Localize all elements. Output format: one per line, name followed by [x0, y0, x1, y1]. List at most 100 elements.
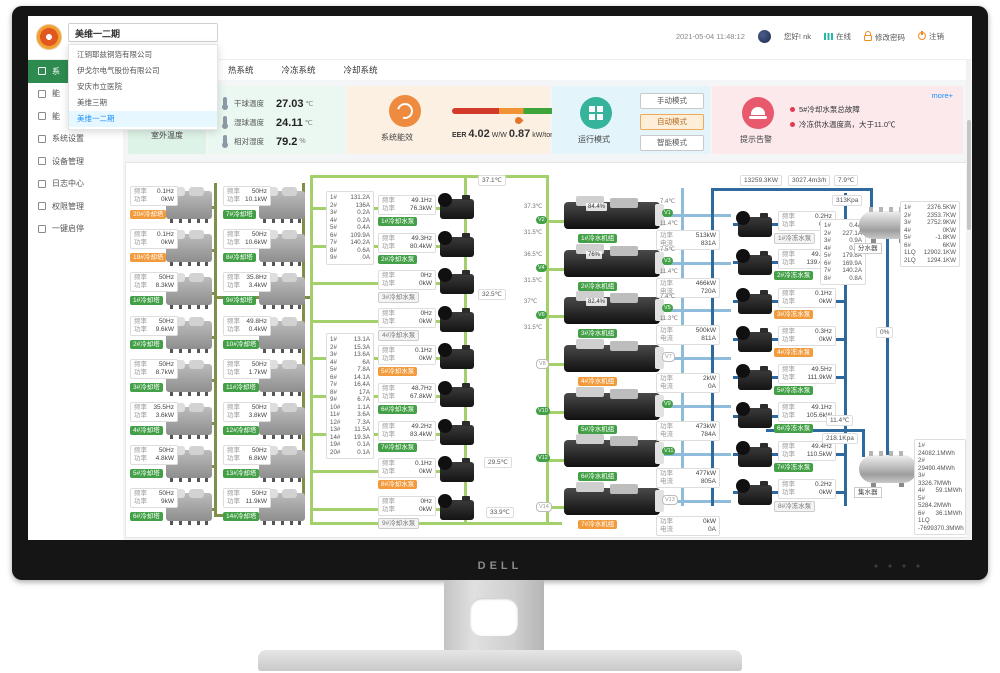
pump-status-badge: 4#冷冻水泵 — [774, 348, 813, 357]
chiller-left-valve[interactable]: V8 — [536, 359, 549, 369]
tab[interactable]: 冷却系统 — [344, 64, 378, 76]
cooling-tower-unit: 频率49.8Hz 功率0.4kW 10#冷却塔 — [223, 316, 315, 359]
sidebar-item-label: 设备管理 — [52, 156, 84, 167]
tower-info-box: 频率50Hz 功率6.8kW — [223, 445, 271, 465]
chiller-inlet-temp: 37℃ — [524, 298, 537, 305]
cooling-tower-unit: 频率50Hz 功率11.9kW 14#冷却塔 — [223, 488, 315, 531]
chiller-unit: 37℃ V6 31.5℃ 82.4% 3#冷水机组 7.4℃ V5 11.3℃ … — [524, 293, 724, 341]
change-password-link[interactable]: 修改密码 — [864, 31, 905, 43]
tower-info-box: 频率35.8Hz 功率3.4kW — [223, 272, 271, 292]
pump-icon — [738, 447, 772, 467]
chiller-status-badge: 6#冷水机组 — [578, 472, 617, 481]
chiller-status-badge: 5#冷水机组 — [578, 425, 617, 434]
pump-icon — [440, 387, 474, 407]
chiller-icon — [564, 202, 660, 229]
cooling-pump-unit: 频率48.7Hz 功率67.8kW 6#冷却水泵 — [378, 383, 478, 421]
cooling-tower-unit: 频率50Hz 功率8.3kW 1#冷却塔 — [130, 272, 222, 315]
chiller-right-valve[interactable]: V9 — [662, 400, 673, 408]
pump-status-badge: 2#冷冻水泵 — [774, 271, 813, 280]
return-temp-label: 11.4℃ — [826, 415, 853, 426]
supply-kw-label: 13259.3KW — [740, 175, 782, 186]
alarm-row: 冷冻供水温度高，大于11.0℃ — [790, 117, 896, 132]
chiller-left-valve[interactable]: V6 — [536, 311, 547, 319]
sidebar-item[interactable]: 权限管理 — [28, 195, 123, 218]
chiller-right-valve[interactable]: V13 — [662, 495, 678, 505]
chiller-right-valve[interactable]: V7 — [662, 352, 675, 362]
sidebar-item-label: 系统设置 — [52, 133, 84, 144]
chiller-right-valve[interactable]: V3 — [662, 257, 673, 265]
project-selector-input[interactable]: 美维一二期 — [68, 23, 218, 42]
pump-status-badge: 5#冷却水泵 — [378, 367, 417, 376]
tower-info-box: 频率50Hz 功率9kW — [130, 488, 178, 508]
alarm-more-link[interactable]: more+ — [932, 91, 953, 100]
chiller-left-valve[interactable]: V4 — [536, 264, 547, 272]
sidebar-item[interactable]: 设备管理 — [28, 150, 123, 173]
chiller-right-valve[interactable]: V1 — [662, 209, 673, 217]
project-dropdown-option[interactable]: 安庆市立医院 — [69, 79, 217, 95]
mode-button[interactable]: 智能模式 — [640, 135, 704, 151]
tower-info-box: 频率50Hz 功率10.1kW — [223, 186, 271, 206]
tower-info-box: 频率50Hz 功率3.8kW — [223, 402, 271, 422]
tower-info-box: 频率0.1Hz 功率0kW — [130, 229, 178, 249]
mode-button[interactable]: 手动模式 — [640, 93, 704, 109]
sidebar-item-icon — [38, 202, 46, 210]
chiller-right-valve[interactable]: V5 — [662, 304, 673, 312]
tower-status-badge: 2#冷却塔 — [130, 340, 163, 349]
mode-button[interactable]: 自动模式 — [640, 114, 704, 130]
sidebar-item[interactable]: 日志中心 — [28, 173, 123, 196]
tower-info-box: 频率35.5Hz 功率3.6kW — [130, 402, 178, 422]
sidebar-item[interactable]: 系统设置 — [28, 128, 123, 151]
sidebar-item-label: 权限管理 — [52, 201, 84, 212]
scrollbar-thumb[interactable] — [967, 120, 971, 230]
chilled-supply-temp: 7.5℃ — [660, 246, 675, 253]
project-dropdown-option[interactable]: 美维一二期 — [69, 111, 217, 127]
chiller-left-valve[interactable]: V14 — [536, 502, 552, 512]
chiller-status-badge: 4#冷水机组 — [578, 377, 617, 386]
datetime: 2021-05-04 11:48:12 — [676, 32, 745, 41]
tab[interactable]: 热系统 — [228, 64, 254, 76]
chiller-info-box: 功率0kW 电流0A — [656, 516, 720, 536]
chiller-load-percent: 84.4% — [586, 203, 607, 211]
tower-status-badge: 13#冷却塔 — [223, 469, 259, 478]
mode-label: 运行模式 — [578, 134, 610, 145]
chiller-right-valve[interactable]: V11 — [662, 447, 675, 455]
scrollbar[interactable] — [966, 60, 971, 540]
cooling-mid-temp-label: 32.5℃ — [478, 289, 506, 300]
project-dropdown-option[interactable]: 美维三期 — [69, 95, 217, 111]
project-dropdown-option[interactable]: 伊戈尔电气股份有限公司 — [69, 63, 217, 79]
tower-status-badge: 12#冷却塔 — [223, 426, 259, 435]
chiller-load-percent: 82.4% — [586, 298, 607, 306]
logout-link[interactable]: 注销 — [918, 31, 944, 42]
pump-status-badge: 8#冷冻水泵 — [774, 501, 815, 512]
pump-icon — [440, 274, 474, 294]
chiller-left-valve[interactable]: V2 — [536, 216, 547, 224]
flow-label: 3027.4m3/h — [788, 175, 830, 186]
alarm-icon — [742, 97, 774, 129]
tower-status-badge: 9#冷却塔 — [223, 296, 256, 305]
chiller-left-valve[interactable]: V10 — [536, 407, 550, 415]
chilled-supply-temp: 7.4℃ — [660, 293, 675, 300]
pump-status-badge: 9#冷却水泵 — [378, 518, 419, 529]
pump-info-box: 频率0.2Hz 功率0kW — [778, 479, 836, 499]
weather-row: 相对湿度 79.2 % — [220, 132, 345, 151]
project-dropdown: 江铜耶兹铜箔有限公司伊戈尔电气股份有限公司安庆市立医院美维三期美维一二期 — [68, 44, 218, 130]
sidebar-item[interactable]: 一键启停 — [28, 218, 123, 241]
pump-status-badge: 6#冷却水泵 — [378, 405, 417, 414]
tab[interactable]: 冷冻系统 — [282, 64, 316, 76]
chiller-inlet-temp: 36.5℃ — [524, 251, 542, 258]
online-status: 在线 — [824, 31, 851, 42]
chiller-icon — [564, 250, 660, 277]
chiller-left-valve[interactable]: V12 — [536, 454, 550, 462]
project-dropdown-option[interactable]: 江铜耶兹铜箔有限公司 — [69, 47, 217, 63]
efficiency-card: 系统能效 EER 4.02 W/W 0.87 kW/ton — [347, 86, 550, 154]
cooling-pump-unit: 频率0.1Hz 功率0kW 5#冷却水泵 — [378, 345, 478, 383]
chiller-unit: V8 4#冷水机组 V7 功率2kW 电流0A — [524, 341, 724, 389]
sidebar-item-label: 系 — [52, 66, 60, 77]
pump-icon — [440, 199, 474, 219]
avatar — [758, 30, 771, 43]
tower-info-box: 频率50Hz 功率4.8kW — [130, 445, 178, 465]
mode-buttons: 手动模式自动模式智能模式 — [640, 93, 704, 156]
pipe-segment — [886, 239, 889, 457]
chiller-unit: 37.3℃ V2 31.5℃ 84.4% 1#冷水机组 7.4℃ V1 11.4… — [524, 198, 724, 246]
pump-status-badge: 2#冷却水泵 — [378, 255, 417, 264]
